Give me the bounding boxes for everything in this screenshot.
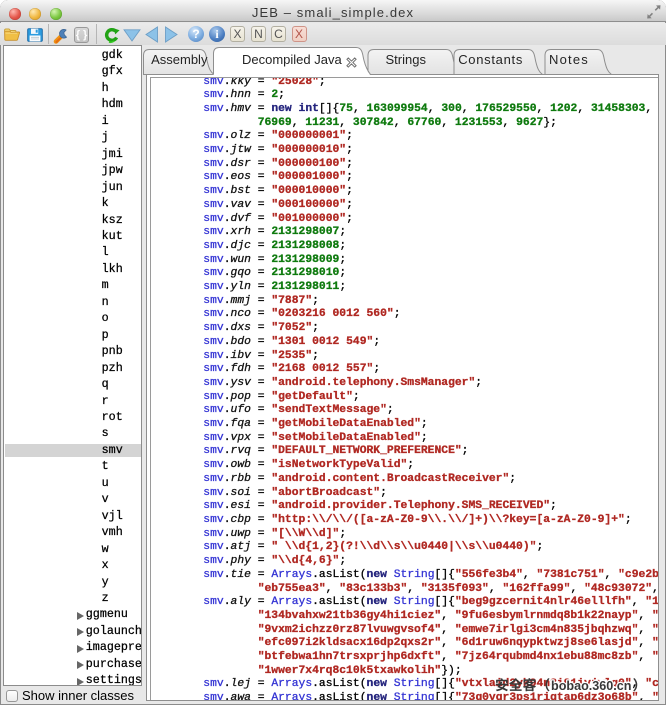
svg-text:bobao.360.cn: bobao.360.cn: [551, 679, 631, 693]
